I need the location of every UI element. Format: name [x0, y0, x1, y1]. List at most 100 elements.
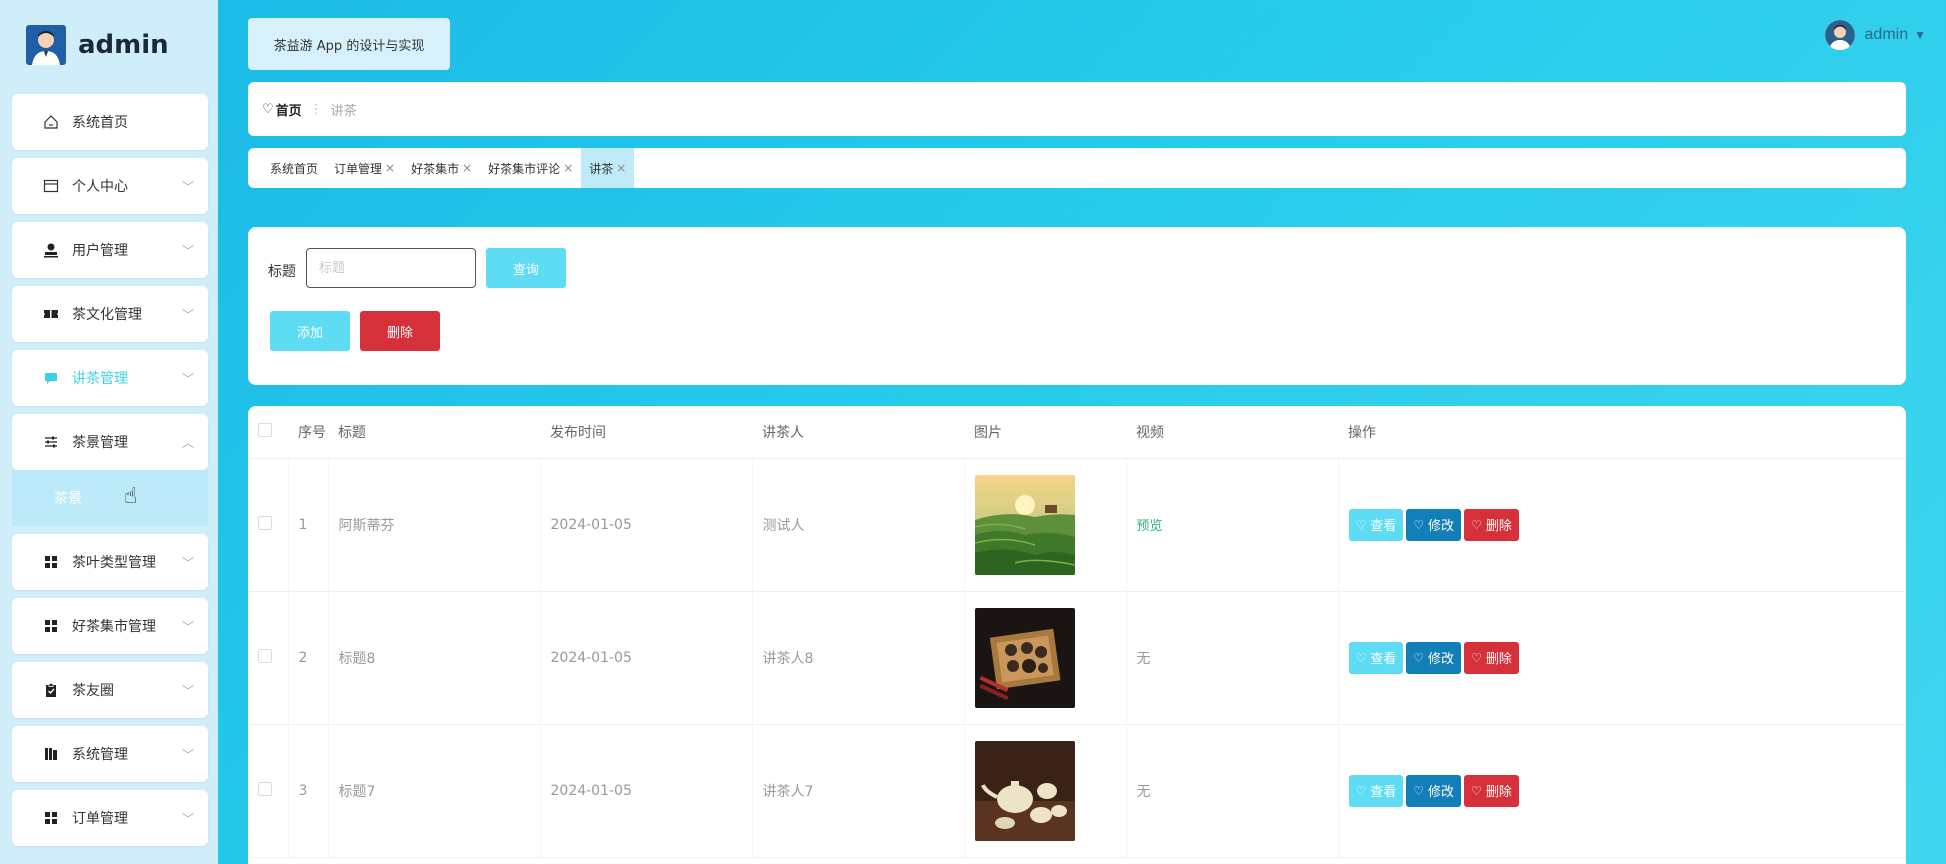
search-panel: 标题 查询 添加 删除 — [248, 227, 1906, 385]
delete-label: 删除 — [1485, 652, 1512, 667]
tag-tea-talk[interactable]: 讲茶 × — [581, 148, 635, 188]
data-table-panel: 序号 标题 发布时间 讲茶人 图片 视频 操作 1 阿斯蒂芬 2024-01-0… — [248, 406, 1906, 864]
sidebar-subitem-tea-scenery[interactable]: 茶景 ☝ — [12, 470, 208, 526]
chevron-down-icon: ﹀ — [181, 243, 194, 258]
caret-down-icon: ▼ — [1914, 28, 1926, 42]
close-icon[interactable]: × — [563, 161, 573, 175]
video-preview-link[interactable]: 预览 — [1137, 519, 1163, 534]
delete-button[interactable]: ♡ 删除 — [1464, 641, 1519, 674]
edit-button[interactable]: ♡ 修改 — [1406, 508, 1462, 541]
grid-icon — [42, 809, 60, 827]
sidebar-item-label: 讲茶管理 — [72, 371, 128, 387]
tag-market-comments[interactable]: 好茶集市评论 × — [480, 148, 581, 188]
checkbox[interactable] — [258, 781, 272, 796]
row-title: 阿斯蒂芬 — [328, 458, 541, 592]
bulk-delete-button[interactable]: 删除 — [360, 311, 440, 351]
row-video: 无 — [1126, 591, 1339, 725]
app-title: 茶益游 App 的设计与实现 — [248, 18, 450, 70]
bars-icon — [42, 745, 60, 763]
row-date: 2024-01-05 — [540, 458, 753, 592]
table-row: 1 阿斯蒂芬 2024-01-05 测试人 预览 ♡ 查看 ♡ 修改 ♡ 删除 — [248, 458, 1906, 592]
hand-cursor-icon: ☝ — [124, 484, 138, 509]
heart-icon: ♡ — [1355, 783, 1367, 798]
close-icon[interactable]: × — [385, 161, 395, 175]
tea-plantation-image — [974, 474, 1075, 575]
chevron-down-icon: ﹀ — [181, 179, 194, 194]
sidebar-item-tea-market[interactable]: 好茶集市管理 ﹀ — [12, 598, 208, 654]
heart-icon: ♡ — [1471, 650, 1482, 665]
column-header: 讲茶人 — [752, 406, 964, 459]
title-search-input[interactable] — [306, 248, 476, 288]
sidebar-item-tea-scenery[interactable]: 茶景管理 ︿ — [12, 414, 208, 470]
sidebar-item-home[interactable]: 系统首页 — [12, 94, 208, 150]
user-menu[interactable]: admin ▼ — [1824, 20, 1926, 50]
sidebar-menu: 系统首页 个人中心 ﹀ 用户管理 ﹀ 茶文化管理 ﹀ 讲茶管理 ﹀ 茶景管理 ︿… — [0, 90, 218, 846]
row-title: 标题8 — [328, 591, 541, 725]
row-index: 2 — [288, 591, 329, 725]
sidebar-item-tea-talk[interactable]: 讲茶管理 ﹀ — [12, 350, 208, 406]
sidebar-item-label: 系统首页 — [72, 115, 128, 131]
user-name: admin — [1864, 26, 1909, 43]
sidebar-item-profile[interactable]: 个人中心 ﹀ — [12, 158, 208, 214]
sidebar-item-orders[interactable]: 订单管理 ﹀ — [12, 790, 208, 846]
sidebar-item-tea-friends[interactable]: 茶友圈 ﹀ — [12, 662, 208, 718]
delete-button[interactable]: ♡ 删除 — [1464, 774, 1519, 807]
sidebar-item-tea-culture[interactable]: 茶文化管理 ﹀ — [12, 286, 208, 342]
select-all-header[interactable] — [248, 406, 288, 459]
sidebar-item-tea-types[interactable]: 茶叶类型管理 ﹀ — [12, 534, 208, 590]
view-button[interactable]: ♡ 查看 — [1348, 774, 1404, 807]
column-header: 图片 — [964, 406, 1126, 459]
table-header-row: 序号 标题 发布时间 讲茶人 图片 视频 操作 — [248, 406, 1906, 459]
tag-market[interactable]: 好茶集市 × — [403, 148, 480, 188]
heart-icon: ♡ — [1355, 650, 1367, 665]
checkbox[interactable] — [258, 648, 272, 663]
column-header: 序号 — [288, 406, 328, 459]
view-label: 查看 — [1370, 785, 1397, 800]
view-label: 查看 — [1370, 519, 1397, 534]
row-video: 无 — [1126, 724, 1339, 858]
close-icon[interactable]: × — [462, 161, 472, 175]
view-button[interactable]: ♡ 查看 — [1348, 508, 1404, 541]
tag-label: 好茶集市 — [411, 161, 460, 176]
breadcrumb-separator-icon: ⋮ — [309, 101, 323, 117]
tag-label: 好茶集市评论 — [488, 161, 561, 176]
row-title: 标题7 — [328, 724, 541, 858]
title-filter-label: 标题 — [268, 264, 296, 280]
checkbox[interactable] — [258, 422, 272, 437]
delete-button[interactable]: ♡ 删除 — [1464, 508, 1519, 541]
breadcrumb: ♡ 首页 ⋮ 讲茶 — [248, 82, 1906, 136]
breadcrumb-home[interactable]: 首页 — [276, 100, 302, 119]
heart-icon: ♡ — [1471, 517, 1482, 532]
edit-button[interactable]: ♡ 修改 — [1406, 774, 1462, 807]
query-button[interactable]: 查询 — [486, 248, 566, 288]
chevron-up-icon: ︿ — [181, 435, 194, 450]
tag-home[interactable]: 系统首页 — [262, 148, 326, 188]
close-icon[interactable]: × — [616, 161, 626, 175]
user-icon — [42, 241, 60, 259]
chevron-down-icon: ﹀ — [181, 307, 194, 322]
home-icon — [42, 113, 60, 131]
view-button[interactable]: ♡ 查看 — [1348, 641, 1404, 674]
add-button[interactable]: 添加 — [270, 311, 350, 351]
row-date: 2024-01-05 — [540, 724, 753, 858]
sidebar-item-system[interactable]: 系统管理 ﹀ — [12, 726, 208, 782]
teapot-image — [974, 740, 1075, 841]
sidebar-item-users[interactable]: 用户管理 ﹀ — [12, 222, 208, 278]
edit-label: 修改 — [1428, 785, 1455, 800]
heart-icon: ♡ — [262, 101, 274, 117]
chevron-down-icon: ﹀ — [181, 619, 194, 634]
edit-button[interactable]: ♡ 修改 — [1406, 641, 1462, 674]
breadcrumb-current: 讲茶 — [330, 103, 357, 119]
table-row: 2 标题8 2024-01-05 讲茶人8 无 ♡ 查看 ♡ 修改 ♡ 删除 — [248, 591, 1906, 725]
edit-label: 修改 — [1428, 519, 1455, 534]
tag-orders[interactable]: 订单管理 × — [326, 148, 403, 188]
chevron-down-icon: ﹀ — [181, 555, 194, 570]
sliders-icon — [42, 433, 60, 451]
row-speaker: 讲茶人8 — [752, 591, 965, 725]
heart-icon: ♡ — [1355, 517, 1367, 532]
sidebar-item-label: 好茶集市管理 — [72, 619, 156, 635]
clipboard-icon — [42, 681, 60, 699]
checkbox[interactable] — [258, 515, 272, 530]
edit-label: 修改 — [1428, 652, 1455, 667]
data-table: 序号 标题 发布时间 讲茶人 图片 视频 操作 1 阿斯蒂芬 2024-01-0… — [248, 406, 1906, 858]
